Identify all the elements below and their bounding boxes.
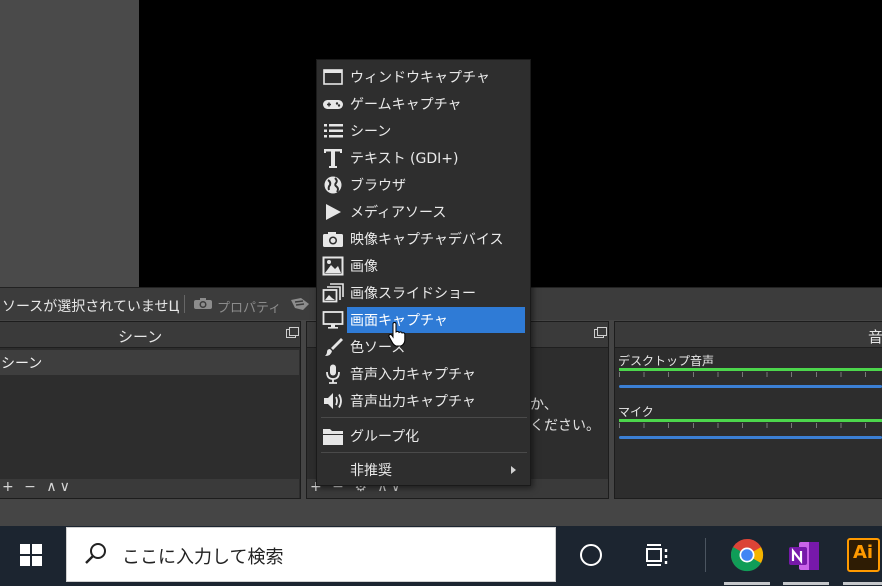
microphone-icon <box>326 364 340 384</box>
menu-item-label: 画像 <box>350 259 378 275</box>
mic-volume-slider[interactable] <box>619 436 882 439</box>
menu-separator <box>321 452 527 453</box>
menu-item-video-capture-device[interactable]: 映像キャプチャデバイス <box>317 225 530 252</box>
camera-icon <box>323 232 343 247</box>
menu-item-label: テキスト (GDI+) <box>350 151 459 167</box>
scene-dock-title: シーン <box>118 328 163 346</box>
no-source-label: ソースが選択されていませЦ <box>2 299 180 315</box>
monitor-icon <box>322 311 344 329</box>
taskbar-divider <box>705 538 706 572</box>
toolbar-divider <box>184 295 185 313</box>
submenu-arrow-icon <box>511 466 516 474</box>
text-icon <box>324 149 342 168</box>
running-indicator <box>843 582 882 585</box>
menu-item-media-source[interactable]: メディアソース <box>317 198 530 225</box>
running-indicator <box>783 582 829 585</box>
brush-icon <box>325 338 343 356</box>
audio-dock-title: 音 <box>868 328 882 346</box>
desktop-audio-meter <box>619 368 882 371</box>
undock-icon[interactable] <box>286 327 299 338</box>
windows-start-icon[interactable] <box>20 544 42 566</box>
slideshow-icon <box>322 283 344 303</box>
speaker-icon <box>324 393 342 409</box>
task-view-icon[interactable] <box>645 543 671 567</box>
menu-item-label: ゲームキャプチャ <box>350 97 462 113</box>
scene-tool-buttons[interactable]: + − ∧∨ <box>2 479 73 495</box>
menu-separator <box>321 417 527 418</box>
menu-item-audio-input-capture[interactable]: 音声入力キャプチャ <box>317 360 530 387</box>
menu-item-window-capture[interactable]: ウィンドウキャプチャ <box>317 63 530 90</box>
add-source-menu: ウィンドウキャプチャ ゲームキャプチャ シーン テキスト (GDI+) ブラウザ… <box>316 59 531 486</box>
chrome-icon[interactable] <box>730 538 764 572</box>
list-item[interactable] <box>0 350 299 375</box>
obs-window: ソースが選択されていませЦ プロパティ シーン シーン + − ∧∨ か、 くだ… <box>0 0 882 586</box>
folder-icon <box>323 429 343 445</box>
menu-item-label: 音声出力キャプチャ <box>350 394 476 410</box>
source-hint-text: ください。 <box>530 418 600 434</box>
menu-item-label: ウィンドウキャプチャ <box>350 70 490 86</box>
menu-item-label: 画像スライドショー <box>350 286 476 302</box>
undock-icon[interactable] <box>594 327 607 338</box>
hand-cursor-icon <box>388 322 406 347</box>
gear-icon[interactable] <box>193 297 213 311</box>
cortana-icon[interactable] <box>580 544 602 566</box>
source-hint-text: か、 <box>530 397 558 413</box>
window-icon <box>323 69 343 85</box>
menu-item-game-capture[interactable]: ゲームキャプチャ <box>317 90 530 117</box>
illustrator-label: Ai <box>853 542 874 563</box>
meter-scale <box>619 423 882 428</box>
search-icon <box>85 543 106 564</box>
desktop-audio-label: デスクトップ音声 <box>618 354 715 368</box>
menu-item-label: グループ化 <box>350 429 420 445</box>
audio-dock-header <box>615 322 882 348</box>
globe-icon <box>324 176 342 194</box>
menu-item-label: 映像キャプチャデバイス <box>350 232 504 248</box>
desktop-volume-slider[interactable] <box>619 385 882 388</box>
audio-mixer-dock <box>614 321 882 499</box>
gamepad-icon <box>323 100 343 109</box>
menu-item-group[interactable]: グループ化 <box>317 422 530 449</box>
running-indicator <box>724 582 770 585</box>
menu-item-display-capture[interactable]: 画面キャプチャ <box>317 306 530 333</box>
menu-item-color-source[interactable]: 色ソース <box>317 333 530 360</box>
search-placeholder: ここに入力して検索 <box>122 547 284 568</box>
filter-icon[interactable] <box>289 296 311 312</box>
image-icon <box>322 256 344 276</box>
menu-item-scene[interactable]: シーン <box>317 117 530 144</box>
menu-item-text[interactable]: テキスト (GDI+) <box>317 144 530 171</box>
menu-item-image[interactable]: 画像 <box>317 252 530 279</box>
play-icon <box>326 204 341 220</box>
menu-item-label: ブラウザ <box>350 178 406 194</box>
menu-item-browser[interactable]: ブラウザ <box>317 171 530 198</box>
menu-item-image-slideshow[interactable]: 画像スライドショー <box>317 279 530 306</box>
onenote-icon[interactable] <box>787 540 821 572</box>
menu-item-audio-output-capture[interactable]: 音声出力キャプチャ <box>317 387 530 414</box>
scene-item-label: シーン <box>1 356 43 372</box>
scene-dock <box>0 321 301 499</box>
meter-scale <box>619 372 882 377</box>
list-icon <box>324 124 343 138</box>
menu-item-label: シーン <box>350 124 392 140</box>
menu-item-label: メディアソース <box>350 205 447 221</box>
preview-background <box>0 0 139 287</box>
menu-item-label: 音声入力キャプチャ <box>350 367 476 383</box>
mic-label: マイク <box>618 405 654 419</box>
mic-meter <box>619 419 882 422</box>
menu-item-deprecated[interactable]: 非推奨 <box>317 456 530 483</box>
properties-button[interactable]: プロパティ <box>217 297 281 316</box>
menu-item-label: 非推奨 <box>350 463 392 479</box>
